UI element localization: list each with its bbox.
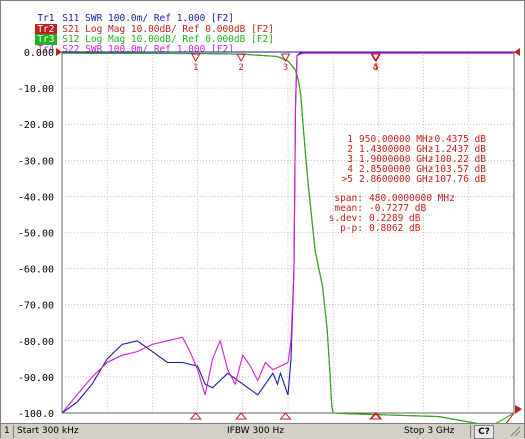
marker-number-label: 1 (193, 63, 198, 73)
ref-level-arrow-left-icon (56, 48, 62, 56)
marker-number-label: 5 (374, 63, 379, 73)
y-tick-label: -90.00 (18, 373, 54, 384)
readout-marker-label: >5 (342, 174, 353, 185)
y-tick-label: -10.00 (18, 84, 54, 95)
y-tick-label: -100.0 (18, 409, 54, 420)
resize-grip-icon[interactable] (497, 425, 521, 437)
trace-line-tr1[interactable]: Tr1 S11 SWR 100.0m/ Ref 1.000 [F2] (1, 2, 234, 24)
ifbw-setting[interactable]: IFBW 300 Hz (227, 424, 284, 439)
ref-level-arrow-right-icon (514, 48, 520, 56)
marker-triangle-bottom (189, 412, 202, 420)
start-frequency[interactable]: Start 300 kHz (17, 424, 79, 439)
analyzer-window: Tr1 S11 SWR 100.0m/ Ref 1.000 [F2] Tr2 S… (0, 0, 525, 439)
stats-value: 0.8062 dB (369, 223, 421, 234)
marker-edge-flag-icon (515, 405, 522, 414)
marker-triangle-bottom (279, 412, 292, 420)
readout-marker-value: -107.76 dB (429, 174, 486, 185)
y-tick-label: -70.00 (18, 301, 54, 312)
trace-line-tr4[interactable]: Tr4 S22 SWR 100.0m/ Ref 1.000 [F2] (1, 33, 234, 55)
status-bar: 1 Start 300 kHz IFBW 300 Hz Stop 3 GHz C… (1, 423, 524, 439)
y-tick-label: 0.000 (24, 48, 54, 59)
stop-frequency[interactable]: Stop 3 GHz (404, 424, 454, 439)
plot-area[interactable]: 0.000 -10.00 -20.00 -30.00 -40.00 -50.00 -60.0… (1, 45, 524, 423)
marker-number-label: 2 (238, 63, 243, 73)
stats-label: p-p: (340, 223, 363, 234)
y-tick-label: -20.00 (18, 120, 54, 131)
marker-triangle-bottom (235, 412, 248, 420)
readout-marker-freq: 2.8600000 GHz (359, 174, 433, 185)
y-tick-label: -40.00 (18, 192, 54, 203)
marker-number-label: 3 (283, 63, 288, 73)
channel-number[interactable]: 1 (4, 424, 10, 439)
trace-legend: Tr1 S11 SWR 100.0m/ Ref 1.000 [F2] Tr2 S… (1, 1, 524, 55)
y-tick-label: -80.00 (18, 337, 54, 348)
y-tick-label: -60.00 (18, 265, 54, 276)
y-tick-label: -30.00 (18, 156, 54, 167)
y-tick-label: -50.00 (18, 229, 54, 240)
calibration-status-button[interactable]: C? (474, 425, 494, 439)
